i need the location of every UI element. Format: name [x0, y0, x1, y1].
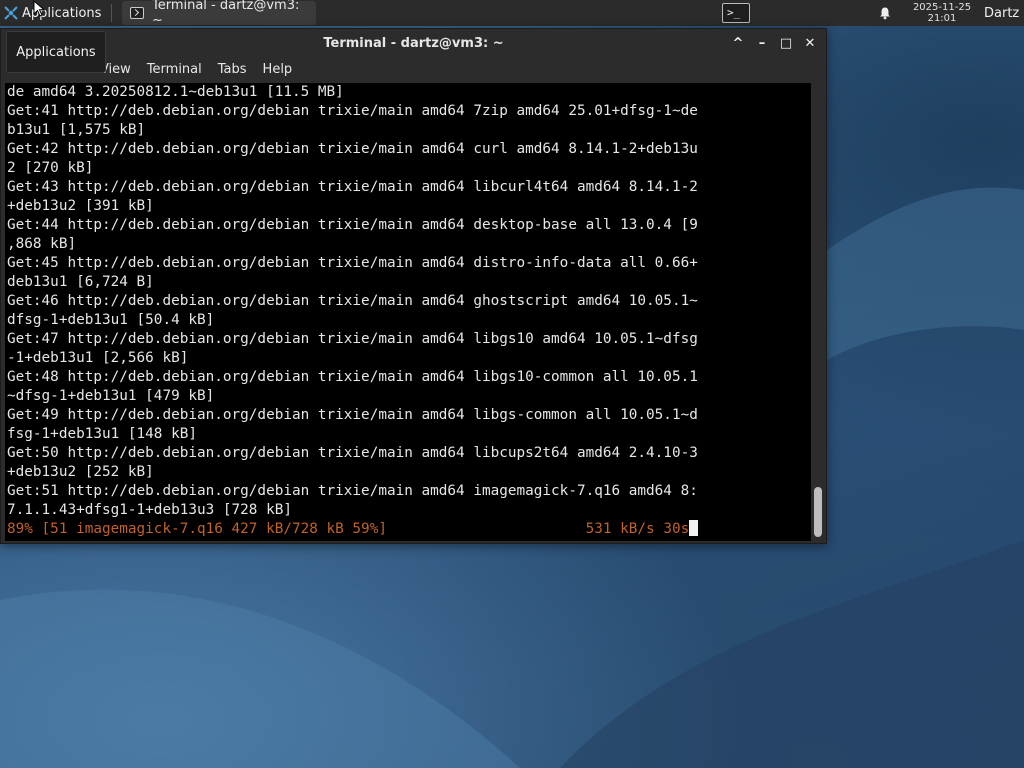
terminal-cursor [689, 520, 699, 536]
shade-button[interactable]: ^ [728, 33, 748, 53]
progress-status-left: 89% [51 imagemagick-7.q16 427 kB/728 kB … [7, 521, 387, 537]
applications-tooltip: Applications [6, 31, 106, 73]
clock-date: 2025-11-25 [912, 2, 972, 13]
terminal-line: Get:50 http://deb.debian.org/debian trix… [7, 445, 698, 461]
terminal-line: 7.1.1.43+dfsg1-1+deb13u3 [728 kB] [7, 502, 292, 518]
download-progress-line: 89% [51 imagemagick-7.q16 427 kB/728 kB … [7, 520, 811, 539]
terminal-line: ,868 kB] [7, 236, 77, 252]
terminal-line: Get:49 http://deb.debian.org/debian trix… [7, 407, 698, 423]
terminal-line: b13u1 [1,575 kB] [7, 122, 146, 138]
terminal-line: fsg-1+deb13u1 [148 kB] [7, 426, 197, 442]
terminal-line: -1+deb13u1 [2,566 kB] [7, 350, 189, 366]
top-panel: Applications Terminal - dartz@vm3: ~ >_ … [0, 0, 1024, 28]
terminal-launcher-button[interactable]: >_ [722, 3, 750, 23]
terminal-line: Get:42 http://deb.debian.org/debian trix… [7, 141, 698, 157]
taskbar-terminal-label: Terminal - dartz@vm3: ~ [151, 0, 300, 28]
user-menu-button[interactable]: Dartz [984, 6, 1024, 21]
xfce-logo-icon [4, 6, 18, 20]
terminal-window: Terminal - dartz@vm3: ~ ^ – □ ✕ File Edi… [0, 28, 827, 544]
terminal-line: dfsg-1+deb13u1 [50.4 kB] [7, 312, 215, 328]
maximize-button[interactable]: □ [776, 33, 796, 53]
panel-clock[interactable]: 2025-11-25 21:01 [910, 2, 974, 24]
window-titlebar[interactable]: Terminal - dartz@vm3: ~ ^ – □ ✕ [1, 29, 826, 57]
terminal-line: ~dfsg-1+deb13u1 [479 kB] [7, 388, 215, 404]
menu-tabs[interactable]: Tabs [210, 62, 255, 77]
panel-separator [111, 4, 113, 22]
menu-terminal[interactable]: Terminal [139, 62, 210, 77]
clock-time: 21:01 [927, 13, 957, 24]
terminal-line: Get:43 http://deb.debian.org/debian trix… [7, 179, 698, 195]
terminal-line: de amd64 3.20250812.1~deb13u1 [11.5 MB] [7, 84, 344, 100]
terminal-text: de amd64 3.20250812.1~deb13u1 [11.5 MB] G… [5, 83, 811, 539]
close-button[interactable]: ✕ [800, 33, 820, 53]
window-controls: ^ – □ ✕ [728, 33, 820, 53]
terminal-line: deb13u1 [6,724 B] [7, 274, 154, 290]
terminal-line: Get:48 http://deb.debian.org/debian trix… [7, 369, 698, 385]
terminal-line: Get:41 http://deb.debian.org/debian trix… [7, 103, 698, 119]
scrollbar-thumb[interactable] [814, 487, 822, 537]
terminal-line: Get:46 http://deb.debian.org/debian trix… [7, 293, 698, 309]
taskbar-terminal-button[interactable]: Terminal - dartz@vm3: ~ [122, 0, 317, 28]
menu-help[interactable]: Help [255, 62, 301, 77]
notification-bell-icon[interactable] [878, 6, 892, 20]
terminal-line: +deb13u2 [252 kB] [7, 464, 154, 480]
terminal-launcher-icon: >_ [727, 6, 741, 19]
terminal-line: Get:45 http://deb.debian.org/debian trix… [7, 255, 698, 271]
terminal-output[interactable]: de amd64 3.20250812.1~deb13u1 [11.5 MB] G… [5, 83, 811, 541]
terminal-scrollbar[interactable] [811, 83, 825, 541]
minimize-button[interactable]: – [752, 33, 772, 53]
terminal-line: 2 [270 kB] [7, 160, 94, 176]
menu-bar: File Edit View Terminal Tabs Help [1, 57, 826, 81]
terminal-line: +deb13u2 [391 kB] [7, 198, 154, 214]
terminal-line: Get:44 http://deb.debian.org/debian trix… [7, 217, 698, 233]
terminal-line: Get:47 http://deb.debian.org/debian trix… [7, 331, 698, 347]
progress-status-right: 531 kB/s 30s [386, 521, 690, 537]
terminal-line: Get:51 http://deb.debian.org/debian trix… [7, 483, 698, 499]
applications-menu-button[interactable]: Applications [0, 0, 107, 26]
window-title: Terminal - dartz@vm3: ~ [323, 35, 504, 51]
mouse-cursor-icon [33, 0, 45, 17]
terminal-icon [130, 7, 144, 19]
